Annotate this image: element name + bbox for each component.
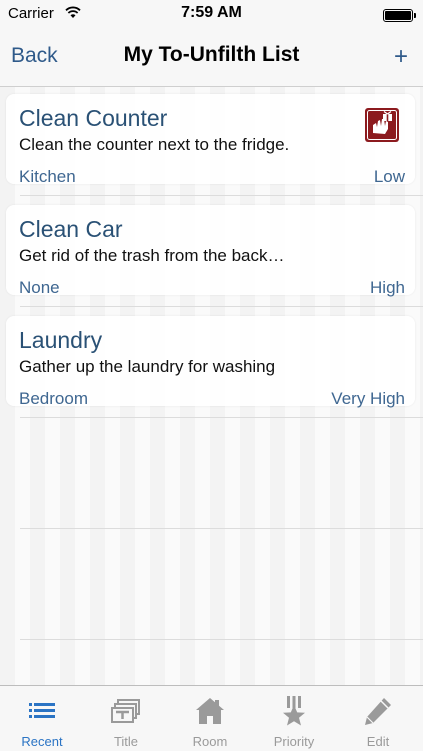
task-room: Bedroom (19, 389, 88, 408)
row-separator (20, 306, 423, 307)
task-priority: Very High (331, 389, 405, 408)
task-title: Laundry (19, 327, 103, 353)
row-separator (20, 639, 423, 640)
battery-fill (385, 11, 411, 20)
tab-label: Room (192, 734, 228, 749)
status-bar: Carrier 7:59 AM (0, 0, 423, 30)
tab-label: Priority (273, 734, 315, 749)
title-icon (111, 699, 140, 723)
task-room: None (19, 278, 60, 297)
nav-bar: Back My To-Unfilth List + (0, 30, 423, 87)
list-icon (29, 703, 55, 718)
tab-label: Title (113, 734, 139, 749)
task-description: Clean the counter next to the fridge. (19, 135, 290, 154)
battery-tip (414, 13, 416, 18)
task-priority: Low (373, 167, 405, 186)
battery-icon (383, 9, 413, 22)
add-button[interactable]: + (394, 43, 408, 71)
list-item[interactable]: Clean Car Get rid of the trash from the … (6, 205, 415, 297)
row-separator (20, 195, 423, 196)
list-item[interactable]: Clean Counter Clean the counter next to … (6, 94, 415, 186)
clock: 7:59 AM (181, 4, 242, 21)
tab-edit[interactable]: Edit (336, 686, 420, 751)
task-description: Get rid of the trash from the back… (19, 246, 285, 265)
task-room: Kitchen (19, 167, 76, 186)
tab-recent[interactable]: Recent (0, 686, 84, 751)
house-icon (196, 698, 224, 724)
task-description: Gather up the laundry for washing (19, 357, 276, 376)
row-separator (20, 528, 423, 529)
row-separator (20, 417, 423, 418)
hand-gift-icon (365, 108, 399, 142)
tab-priority[interactable]: Priority (252, 686, 336, 751)
task-title: Clean Counter (19, 105, 168, 131)
tab-label: Edit (366, 734, 390, 749)
tab-room[interactable]: Room (168, 686, 252, 751)
list-item[interactable]: Laundry Gather up the laundry for washin… (6, 316, 415, 408)
tab-title[interactable]: Title (84, 686, 168, 751)
tab-label: Recent (21, 734, 63, 749)
task-priority: High (370, 278, 405, 297)
tab-bar: Recent Title Room Priority Edit (0, 685, 423, 751)
pencil-icon (365, 698, 391, 725)
page-title: My To-Unfilth List (123, 43, 300, 66)
star-medal-icon (283, 696, 305, 726)
task-title: Clean Car (19, 216, 123, 242)
